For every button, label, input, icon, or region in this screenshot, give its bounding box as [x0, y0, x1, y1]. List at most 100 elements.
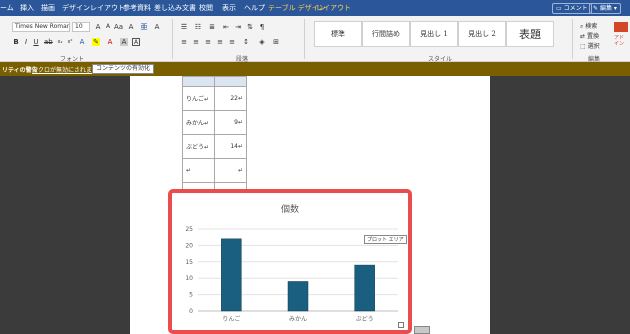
show-marks-icon[interactable]: ¶ — [258, 23, 266, 31]
align-right-icon[interactable]: ≡ — [204, 38, 212, 46]
ribbon: Times New Roman 10 A A Aa A 亜 A B I U ab… — [0, 16, 630, 63]
table-cell[interactable] — [214, 76, 247, 87]
group-divider — [572, 19, 573, 59]
comment-button[interactable]: ▭ コメント — [552, 3, 592, 14]
font-size-select[interactable]: 10 — [72, 22, 90, 32]
shading-icon[interactable]: ◈ — [258, 38, 266, 46]
replace-label: 置換 — [586, 33, 599, 40]
tab-table-layout[interactable]: レイアウト — [316, 3, 351, 13]
tab-draw[interactable]: 描画 — [41, 3, 55, 13]
clear-format-icon[interactable]: A — [127, 23, 135, 31]
highlight-icon[interactable]: ✎ — [92, 38, 100, 46]
chart-resize-handle[interactable] — [398, 322, 404, 328]
table-cell-value[interactable]: ↵ — [214, 158, 247, 183]
superscript-icon[interactable]: x² — [66, 38, 74, 46]
bar[interactable] — [354, 264, 375, 312]
tab-design[interactable]: デザイン — [62, 3, 90, 13]
subscript-icon[interactable]: x₂ — [56, 38, 64, 46]
layout-options-button[interactable] — [414, 326, 430, 334]
y-tick-label: 10 — [185, 275, 193, 282]
tab-help[interactable]: ヘルプ — [244, 3, 265, 13]
group-divider — [304, 19, 305, 59]
underline-icon[interactable]: U — [32, 38, 40, 46]
shrink-font-icon[interactable]: A — [104, 23, 112, 31]
enclosed-char-icon[interactable]: A — [153, 23, 161, 31]
font-name-select[interactable]: Times New Roman — [12, 22, 70, 32]
table-cell-value[interactable]: 14↵ — [214, 134, 247, 159]
text-effects-icon[interactable]: A — [78, 38, 86, 46]
comment-icon: ▭ — [556, 5, 562, 12]
x-tick-label: みかん — [289, 316, 307, 323]
y-tick-label: 5 — [189, 292, 193, 299]
strikethrough-icon[interactable]: ab — [44, 38, 53, 46]
edit-mode-label: 編集 — [599, 5, 612, 12]
table-cell[interactable] — [182, 76, 215, 87]
table-cell-value[interactable]: 22↵ — [214, 86, 247, 111]
phonetic-guide-icon[interactable]: 亜 — [140, 23, 148, 31]
numbering-icon[interactable]: ☷ — [194, 23, 202, 31]
char-border-icon[interactable]: A — [132, 38, 140, 46]
bar[interactable] — [221, 238, 242, 312]
table-cell-name[interactable]: りんご↵ — [182, 86, 215, 111]
replace-button[interactable]: ⇄ 置換 — [580, 31, 599, 40]
style-heading-2[interactable]: 見出し 2 — [458, 21, 506, 47]
document-area: りんご↵22↵ みかん↵9↵ ぶどう↵14↵ ↵↵ ↵↵ 個数 05101520… — [0, 76, 630, 334]
tab-mailings[interactable]: 差し込み文書 — [154, 3, 196, 13]
distribute-icon[interactable]: ≡ — [228, 38, 236, 46]
addins-icon[interactable] — [614, 22, 628, 32]
table-row[interactable]: ぶどう↵ 14↵ — [182, 134, 247, 159]
y-tick-label: 25 — [185, 226, 193, 233]
data-table[interactable]: りんご↵22↵ みかん↵9↵ ぶどう↵14↵ ↵↵ ↵↵ — [182, 76, 247, 207]
tab-view[interactable]: 表示 — [222, 3, 236, 13]
tab-layout[interactable]: レイアウト — [90, 3, 125, 13]
enable-content-button[interactable]: コンテンツの有効化 — [92, 64, 155, 74]
plot-area-tooltip: プロット エリア — [364, 235, 407, 244]
table-cell-value[interactable]: 9↵ — [214, 110, 247, 135]
change-case-icon[interactable]: Aa — [114, 23, 123, 31]
chevron-down-icon: ▾ — [613, 5, 617, 12]
tab-references[interactable]: 参考資料 — [123, 3, 151, 13]
style-title[interactable]: 表題 — [506, 21, 554, 47]
increase-indent-icon[interactable]: ⇥ — [234, 23, 242, 31]
security-warning-bar: リティの警告 マクロが無効にされました。 コンテンツの有効化 — [0, 62, 630, 76]
table-cell-name[interactable]: ぶどう↵ — [182, 134, 215, 159]
line-spacing-icon[interactable]: ↕ — [242, 38, 250, 46]
table-row[interactable]: ↵↵ — [182, 158, 247, 183]
style-normal[interactable]: 標準 — [314, 21, 362, 47]
find-button[interactable]: ⌕ 検索 — [580, 21, 597, 31]
style-heading-1[interactable]: 見出し 1 — [410, 21, 458, 47]
borders-icon[interactable]: ⊞ — [272, 38, 280, 46]
table-cell-name[interactable]: ↵ — [182, 158, 215, 183]
ribbon-tab-bar: ーム 挿入 描画 デザイン レイアウト 参考資料 差し込み文書 校閲 表示 ヘル… — [0, 0, 630, 16]
bullets-icon[interactable]: ☰ — [180, 23, 188, 31]
y-tick-label: 20 — [185, 242, 193, 249]
justify-icon[interactable]: ≡ — [216, 38, 224, 46]
y-tick-label: 15 — [185, 259, 193, 266]
select-button[interactable]: ⬚ 選択 — [580, 41, 600, 50]
edit-mode-button[interactable]: ✎ 編集 ▾ — [589, 3, 621, 14]
bold-icon[interactable]: B — [12, 38, 20, 46]
style-no-spacing[interactable]: 行間詰め — [362, 21, 410, 47]
font-color-icon[interactable]: A — [106, 38, 114, 46]
sort-icon[interactable]: ⇅ — [246, 23, 254, 31]
table-row[interactable]: みかん↵ 9↵ — [182, 110, 247, 135]
tab-insert[interactable]: 挿入 — [20, 3, 34, 13]
tab-home[interactable]: ーム — [0, 3, 14, 13]
align-center-icon[interactable]: ≡ — [192, 38, 200, 46]
bar[interactable] — [287, 281, 309, 312]
tab-review[interactable]: 校閲 — [199, 3, 213, 13]
table-cell-name[interactable]: みかん↵ — [182, 110, 215, 135]
multilevel-list-icon[interactable]: ≣ — [208, 23, 216, 31]
italic-icon[interactable]: I — [22, 38, 30, 46]
find-label: 検索 — [585, 23, 598, 30]
table-row[interactable]: りんご↵ 22↵ — [182, 86, 247, 111]
align-left-icon[interactable]: ≡ — [180, 38, 188, 46]
x-tick-label: りんご — [222, 315, 240, 323]
table-header-row — [182, 76, 247, 87]
decrease-indent-icon[interactable]: ⇤ — [222, 23, 230, 31]
chart-svg[interactable]: 0 5 10 15 20 25 りんご みかん ぶどう — [172, 193, 408, 330]
x-tick-label: ぶどう — [356, 315, 374, 323]
chart-object[interactable]: 個数 0 5 10 15 20 25 りんご みかん ぶどう プロット エリア — [168, 189, 412, 334]
grow-font-icon[interactable]: A — [94, 23, 102, 31]
char-shading-icon[interactable]: A — [120, 38, 128, 46]
